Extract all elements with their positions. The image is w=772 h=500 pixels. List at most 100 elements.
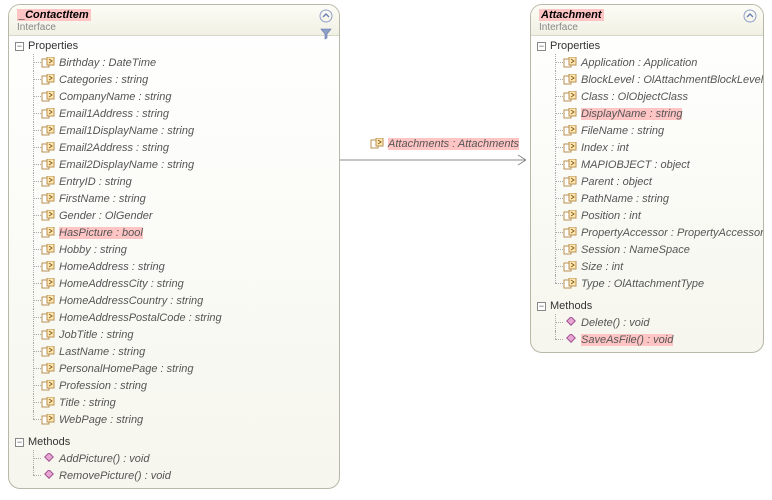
property-item[interactable]: LastName : string	[9, 343, 339, 360]
property-label: Size : int	[581, 261, 623, 273]
class-name: _ContactItem	[17, 9, 91, 21]
class-contactitem[interactable]: _ContactItem Interface − Properties Birt…	[8, 4, 340, 489]
property-item[interactable]: Gender : OlGender	[9, 207, 339, 224]
property-label: FirstName : string	[59, 193, 146, 205]
tree-connector-icon	[551, 241, 563, 258]
property-item[interactable]: HomeAddressCountry : string	[9, 292, 339, 309]
method-item[interactable]: Delete() : void	[531, 314, 763, 331]
property-item[interactable]: Class : OlObjectClass	[531, 88, 763, 105]
property-item[interactable]: HomeAddress : string	[9, 258, 339, 275]
property-label: WebPage : string	[59, 414, 143, 426]
property-item[interactable]: PropertyAccessor : PropertyAccessor	[531, 224, 763, 241]
property-label: CompanyName : string	[59, 91, 172, 103]
property-label: HomeAddressCountry : string	[59, 295, 203, 307]
method-icon	[41, 470, 55, 482]
property-item[interactable]: HasPicture : bool	[9, 224, 339, 241]
tree-connector-icon	[551, 71, 563, 88]
section-header-methods[interactable]: − Methods	[531, 298, 763, 314]
chevron-up-icon[interactable]	[319, 9, 333, 23]
method-item[interactable]: SaveAsFile() : void	[531, 331, 763, 348]
property-item[interactable]: HomeAddressPostalCode : string	[9, 309, 339, 326]
properties-list: Birthday : DateTimeCategories : string Co…	[9, 54, 339, 428]
method-item[interactable]: RemovePicture() : void	[9, 467, 339, 484]
property-item[interactable]: Position : int	[531, 207, 763, 224]
collapse-toggle-icon[interactable]: −	[15, 42, 24, 51]
property-item[interactable]: BlockLevel : OlAttachmentBlockLevel	[531, 71, 763, 88]
collapse-toggle-icon[interactable]: −	[15, 438, 24, 447]
property-icon	[563, 74, 577, 86]
method-item[interactable]: AddPicture() : void	[9, 450, 339, 467]
tree-connector-icon	[551, 139, 563, 156]
property-item[interactable]: Birthday : DateTime	[9, 54, 339, 71]
property-item[interactable]: Type : OlAttachmentType	[531, 275, 763, 292]
property-item[interactable]: Size : int	[531, 258, 763, 275]
tree-connector-icon	[551, 190, 563, 207]
property-item[interactable]: Title : string	[9, 394, 339, 411]
tree-connector-icon	[29, 450, 41, 467]
method-label: SaveAsFile() : void	[581, 334, 673, 346]
tree-connector-icon	[29, 394, 41, 411]
tree-connector-icon	[29, 105, 41, 122]
funnel-icon[interactable]	[319, 27, 333, 41]
tree-connector-icon	[551, 275, 563, 292]
property-icon	[41, 108, 55, 120]
collapse-toggle-icon[interactable]: −	[537, 302, 546, 311]
association-label[interactable]: Attachments : Attachments	[368, 138, 521, 150]
property-item[interactable]: Email1DisplayName : string	[9, 122, 339, 139]
property-label: HomeAddressPostalCode : string	[59, 312, 222, 324]
property-item[interactable]: Email2Address : string	[9, 139, 339, 156]
tree-connector-icon	[551, 207, 563, 224]
property-item[interactable]: WebPage : string	[9, 411, 339, 428]
property-item[interactable]: CompanyName : string	[9, 88, 339, 105]
property-icon	[41, 261, 55, 273]
property-item[interactable]: FileName : string	[531, 122, 763, 139]
property-icon	[563, 57, 577, 69]
property-item[interactable]: Application : Application	[531, 54, 763, 71]
property-item[interactable]: EntryID : string	[9, 173, 339, 190]
property-item[interactable]: Parent : object	[531, 173, 763, 190]
property-item[interactable]: Index : int	[531, 139, 763, 156]
property-icon	[563, 210, 577, 222]
property-icon	[563, 193, 577, 205]
property-label: Title : string	[59, 397, 116, 409]
property-label: EntryID : string	[59, 176, 132, 188]
tree-connector-icon	[29, 292, 41, 309]
properties-list: Application : ApplicationBlockLevel : Ol…	[531, 54, 763, 292]
method-label: RemovePicture() : void	[59, 470, 171, 482]
section-header-properties[interactable]: − Properties	[531, 38, 763, 54]
tree-connector-icon	[551, 156, 563, 173]
property-item[interactable]: Session : NameSpace	[531, 241, 763, 258]
property-icon	[41, 312, 55, 324]
property-label: PathName : string	[581, 193, 669, 205]
property-icon	[563, 108, 577, 120]
property-item[interactable]: PathName : string	[531, 190, 763, 207]
property-icon	[41, 278, 55, 290]
property-icon	[41, 414, 55, 426]
property-item[interactable]: FirstName : string	[9, 190, 339, 207]
class-header: Attachment Interface	[531, 5, 763, 36]
property-item[interactable]: Categories : string	[9, 71, 339, 88]
property-icon	[41, 210, 55, 222]
property-label: Type : OlAttachmentType	[581, 278, 704, 290]
property-item[interactable]: Hobby : string	[9, 241, 339, 258]
property-item[interactable]: JobTitle : string	[9, 326, 339, 343]
property-item[interactable]: Email2DisplayName : string	[9, 156, 339, 173]
property-icon	[563, 261, 577, 273]
property-item[interactable]: MAPIOBJECT : object	[531, 156, 763, 173]
section-header-properties[interactable]: − Properties	[9, 38, 339, 54]
property-item[interactable]: PersonalHomePage : string	[9, 360, 339, 377]
section-header-methods[interactable]: − Methods	[9, 434, 339, 450]
association-text: Attachments : Attachments	[388, 138, 519, 150]
chevron-up-icon[interactable]	[743, 9, 757, 23]
property-icon	[563, 176, 577, 188]
property-icon	[41, 193, 55, 205]
property-item[interactable]: DisplayName : string	[531, 105, 763, 122]
class-attachment[interactable]: Attachment Interface − Properties Applic…	[530, 4, 764, 353]
property-label: HomeAddressCity : string	[59, 278, 184, 290]
property-icon	[41, 142, 55, 154]
property-item[interactable]: Email1Address : string	[9, 105, 339, 122]
collapse-toggle-icon[interactable]: −	[537, 42, 546, 51]
property-item[interactable]: HomeAddressCity : string	[9, 275, 339, 292]
tree-connector-icon	[29, 54, 41, 71]
property-item[interactable]: Profession : string	[9, 377, 339, 394]
